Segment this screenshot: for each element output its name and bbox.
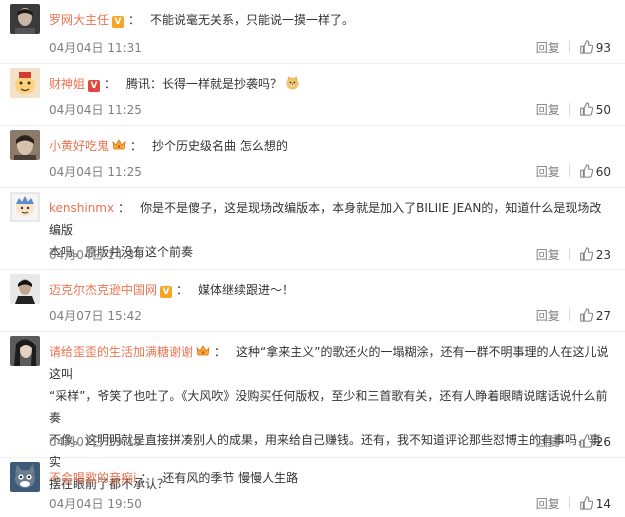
comment-text: 财神姐 V：腾讯：长得一样就是抄袭吗？ (49, 73, 611, 95)
divider (568, 41, 570, 53)
username-link[interactable]: 小黄好吃鬼 (49, 139, 109, 153)
comment-content: 不能说毫无关系，只能说一摸一样了。 (150, 13, 355, 27)
comment-time: 04月07日 15:42 (49, 309, 142, 323)
like-button[interactable]: 93 (579, 40, 611, 55)
reply-button[interactable]: 回复 (536, 103, 560, 117)
divider (568, 165, 570, 177)
thumbs-up-icon (579, 434, 593, 448)
like-count: 14 (595, 497, 611, 511)
reply-button[interactable]: 回复 (536, 435, 560, 449)
thumbs-up-icon (579, 164, 593, 178)
comment-item: 小黄好吃鬼：抄个历史级名曲 怎么想的 04月04日 11:25 回复 60 (0, 126, 625, 188)
comment-content: “采样”，爷笑了也吐了。《大风吹》没购买任何版权，至少和三首歌有关，还有人睁着眼… (49, 389, 608, 425)
comment-item: kenshinmx：你是不是傻子，这是现场改编版本，本身就是加入了BILIIE … (0, 188, 625, 270)
divider (568, 248, 570, 260)
avatar[interactable] (10, 274, 40, 304)
comment-content: 媒体继续跟进～！ (198, 283, 295, 297)
avatar[interactable] (10, 130, 40, 160)
comment-content: 腾讯：长得一样就是抄袭吗？ (126, 77, 283, 91)
verified-badge-icon: V (112, 16, 125, 28)
comment-text: 小黄好吃鬼：抄个历史级名曲 怎么想的 (49, 139, 288, 153)
verified-badge-icon: V (88, 80, 101, 92)
comment-content: 抄个历史级名曲 怎么想的 (152, 139, 288, 153)
comment-time: 04月04日 11:25 (49, 103, 142, 117)
avatar[interactable] (10, 336, 40, 366)
like-button[interactable]: 14 (579, 496, 611, 511)
like-count: 50 (595, 103, 611, 117)
comment-item: 请给歪歪的生活加满糖谢谢：这种“拿来主义”的歌还火的一塌糊涂，还有一群不明事理的… (0, 332, 625, 491)
username-link[interactable]: 不会唱歌的音痴i (49, 471, 136, 485)
comment-text: 罗网大主任 V：不能说毫无关系，只能说一摸一样了。 (49, 13, 355, 28)
divider (568, 497, 570, 509)
crown-icon (196, 345, 210, 356)
comment-text: 不会唱歌的音痴i：还有风的季节 慢慢人生路 (49, 471, 299, 485)
comment-actions: 回复 26 (536, 433, 611, 450)
like-button[interactable]: 23 (579, 247, 611, 262)
thumbs-up-icon (579, 496, 593, 510)
thumbs-up-icon (579, 247, 593, 261)
avatar[interactable] (10, 68, 40, 98)
like-button[interactable]: 27 (579, 308, 611, 323)
like-count: 93 (595, 41, 611, 55)
like-button[interactable]: 26 (579, 434, 611, 449)
comment-item: 罗网大主任 V：不能说毫无关系，只能说一摸一样了。 04月04日 11:31 回复… (0, 0, 625, 64)
comment-content: 你是不是傻子，这是现场改编版本，本身就是加入了BILIIE JEAN的，知道什么… (49, 201, 602, 237)
comment-time: 04月04日 11:25 (49, 165, 142, 179)
comment-text: 迈克尔杰克逊中国网 V：媒体继续跟进～！ (49, 283, 295, 298)
comment-item: 财神姐 V：腾讯：长得一样就是抄袭吗？ 04月04日 11:25 回复 50 (0, 64, 625, 126)
like-count: 23 (595, 248, 611, 262)
username-link[interactable]: 财神姐 (49, 77, 85, 91)
comment-time: 04月04日 19:50 (49, 497, 142, 511)
comment-actions: 回复 27 (536, 307, 611, 324)
doge-emoji-icon (286, 75, 299, 90)
username-link[interactable]: 迈克尔杰克逊中国网 (49, 283, 157, 297)
divider (568, 103, 570, 115)
comment-actions: 回复 60 (536, 163, 611, 180)
avatar[interactable] (10, 4, 40, 34)
comment-actions: 回复 23 (536, 246, 611, 263)
thumbs-up-icon (579, 102, 593, 116)
username-link[interactable]: 罗网大主任 (49, 13, 109, 27)
comment-time: 04月04日 14:34 (49, 248, 142, 262)
comment-item: 不会唱歌的音痴i：还有风的季节 慢慢人生路 04月04日 19:50 回复 14 (0, 458, 625, 517)
reply-button[interactable]: 回复 (536, 165, 560, 179)
crown-icon (112, 139, 126, 150)
reply-button[interactable]: 回复 (536, 41, 560, 55)
thumbs-up-icon (579, 308, 593, 322)
comment-actions: 回复 50 (536, 101, 611, 118)
like-count: 60 (595, 165, 611, 179)
avatar[interactable] (10, 462, 40, 492)
username-link[interactable]: 请给歪歪的生活加满糖谢谢 (49, 345, 193, 359)
like-button[interactable]: 50 (579, 102, 611, 117)
comment-time: 04月07日 19:19 (49, 435, 142, 449)
like-count: 27 (595, 309, 611, 323)
reply-button[interactable]: 回复 (536, 309, 560, 323)
comment-item: 迈克尔杰克逊中国网 V：媒体继续跟进～！ 04月07日 15:42 回复 27 (0, 270, 625, 332)
thumbs-up-icon (579, 40, 593, 54)
like-button[interactable]: 60 (579, 164, 611, 179)
avatar[interactable] (10, 192, 40, 222)
comment-actions: 回复 14 (536, 495, 611, 512)
divider (568, 435, 570, 447)
username-link[interactable]: kenshinmx (49, 201, 114, 215)
divider (568, 309, 570, 321)
like-count: 26 (595, 435, 611, 449)
reply-button[interactable]: 回复 (536, 497, 560, 511)
reply-button[interactable]: 回复 (536, 248, 560, 262)
comment-actions: 回复 93 (536, 39, 611, 56)
verified-badge-icon: V (160, 286, 173, 298)
comment-time: 04月04日 11:31 (49, 41, 142, 55)
comment-content: 还有风的季节 慢慢人生路 (162, 471, 299, 485)
